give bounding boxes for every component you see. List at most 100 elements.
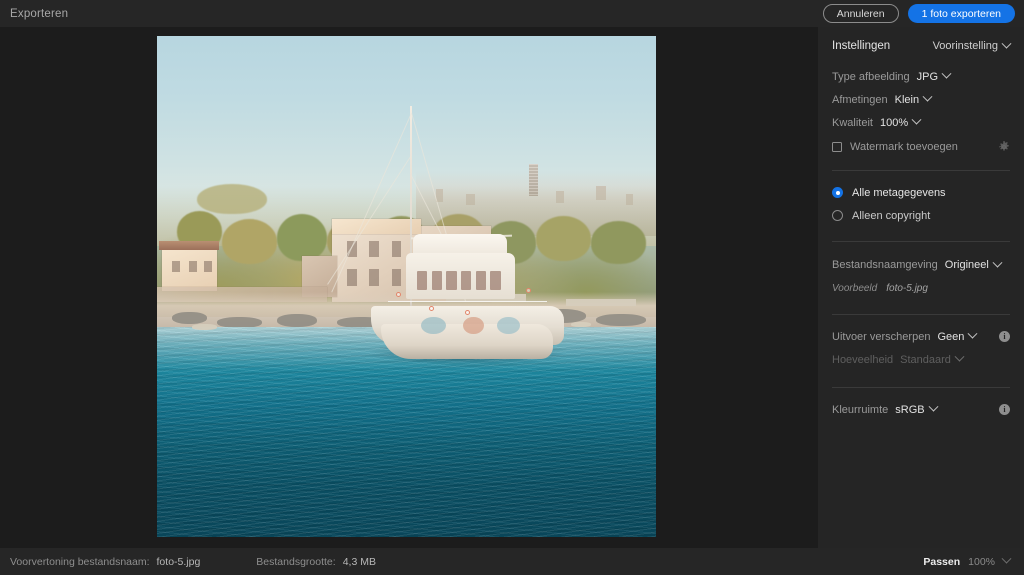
output-sharpening-control: Uitvoer verscherpen Geen: [832, 325, 978, 348]
filesize-value: 4,3 MB: [342, 555, 376, 568]
file-naming-label: Bestandsnaamgeving: [832, 259, 938, 271]
life-ring: [465, 309, 471, 315]
radio-all-metadata-icon: [832, 187, 843, 198]
settings-panel: Instellingen Voorinstelling Type afbeeld…: [818, 27, 1024, 548]
image-type-value: JPG: [916, 70, 939, 83]
output-sharpening-value: Geen: [937, 330, 965, 343]
watermark-checkbox[interactable]: [832, 142, 842, 152]
dialog-title: Exporteren: [10, 7, 69, 20]
cabin-window: [416, 270, 428, 291]
zoom-percent-value[interactable]: 100%: [968, 556, 995, 568]
colorspace-value: sRGB: [895, 403, 925, 416]
chevron-down-icon: [992, 257, 1003, 268]
divider: [832, 241, 1010, 242]
status-bar: Voorvertoning bestandsnaam: foto-5.jpg B…: [0, 548, 1024, 575]
export-dialog: Exporteren Annuleren 1 foto exporteren I…: [0, 0, 1024, 575]
life-ring: [395, 291, 401, 297]
settings-panel-header: Instellingen Voorinstelling: [832, 27, 1012, 65]
tree: [221, 218, 277, 264]
photo-preview: [157, 36, 656, 537]
filename-preview-label: Voorbeeld: [832, 282, 878, 294]
quality-label: Kwaliteit: [832, 116, 873, 129]
image-type-dropdown[interactable]: JPG: [916, 68, 952, 83]
chevron-down-icon: [954, 351, 965, 362]
chevron-down-icon: [911, 114, 922, 125]
sharpening-amount-label: Hoeveelheid: [832, 353, 894, 366]
deck-rail: [387, 300, 547, 302]
output-sharpening-dropdown[interactable]: Geen: [937, 328, 978, 343]
metadata-all-label: Alle metagegevens: [852, 186, 946, 199]
tree: [591, 221, 646, 264]
rock: [171, 311, 207, 324]
zoom-fit-button[interactable]: Passen: [923, 556, 960, 568]
filename-preview-row: Voorbeeld foto-5.jpg: [832, 278, 1010, 298]
hull-artwork: [421, 316, 447, 335]
chevron-down-icon: [941, 68, 952, 79]
gear-icon[interactable]: [998, 141, 1010, 153]
export-photo-button[interactable]: 1 foto exporteren: [907, 4, 1015, 23]
tree: [196, 183, 267, 214]
cabin-window: [431, 270, 443, 291]
sharpening-amount-row: Hoeveelheid Standaard: [832, 348, 1010, 371]
metadata-copyright-label: Alleen copyright: [852, 209, 931, 222]
watermark-row: Watermark toevoegen: [832, 134, 1010, 160]
chevron-down-icon: [928, 401, 939, 412]
file-naming-value: Origineel: [944, 259, 989, 271]
file-naming-row: Bestandsnaamgeving Origineel: [832, 252, 1010, 278]
chevron-down-icon: [1001, 38, 1012, 49]
info-icon[interactable]: i: [999, 331, 1010, 342]
preview-filename-label: Voorvertoning bestandsnaam:: [10, 555, 150, 568]
chevron-down-icon[interactable]: [1001, 553, 1012, 564]
building-roof: [159, 241, 220, 251]
cabin-window: [475, 270, 487, 291]
window: [171, 261, 180, 273]
info-icon[interactable]: i: [999, 404, 1010, 415]
window: [189, 261, 198, 273]
preset-label: Voorinstelling: [932, 40, 998, 52]
filesize-label: Bestandsgrootte:: [256, 555, 336, 568]
life-ring: [525, 288, 531, 294]
window: [346, 268, 357, 286]
quality-value: 100%: [879, 116, 909, 129]
sharpening-amount-dropdown: Standaard: [900, 351, 965, 366]
divider: [832, 314, 1010, 315]
preset-dropdown[interactable]: Voorinstelling: [932, 38, 1012, 52]
cancel-button[interactable]: Annuleren: [822, 4, 899, 23]
dimensions-label: Afmetingen: [832, 93, 888, 106]
colorspace-label: Kleurruimte: [832, 403, 889, 416]
dock: [566, 299, 637, 307]
file-naming-dropdown[interactable]: Origineel: [944, 257, 1003, 271]
metadata-option-copyright[interactable]: Alleen copyright: [832, 204, 1010, 227]
filename-preview-value: foto-5.jpg: [886, 282, 928, 294]
watermark-label: Watermark toevoegen: [850, 141, 958, 153]
top-bar-actions: Annuleren 1 foto exporteren: [822, 4, 1015, 23]
status-bar-left: Voorvertoning bestandsnaam: foto-5.jpg B…: [10, 556, 376, 568]
window: [204, 261, 213, 273]
hull-artwork: [496, 316, 520, 335]
cabin-window: [446, 270, 457, 291]
preview-canvas: [0, 27, 818, 548]
rock: [276, 314, 317, 328]
zoom-controls: Passen 100%: [923, 553, 1012, 568]
quality-dropdown[interactable]: 100%: [879, 114, 922, 129]
rock: [596, 314, 646, 327]
chevron-down-icon: [967, 328, 978, 339]
dimensions-row: Afmetingen Klein: [832, 88, 1010, 111]
cabin-window: [490, 270, 501, 291]
colorspace-row: Kleurruimte sRGB i: [832, 398, 1010, 421]
dimensions-dropdown[interactable]: Klein: [895, 91, 933, 106]
colorspace-dropdown[interactable]: sRGB: [895, 401, 939, 416]
quality-row: Kwaliteit 100%: [832, 111, 1010, 134]
tree: [276, 213, 327, 262]
colorspace-control: Kleurruimte sRGB: [832, 398, 939, 421]
image-type-row: Type afbeelding JPG: [832, 65, 1010, 88]
radio-copyright-only-icon: [832, 210, 843, 221]
preview-filename-value: foto-5.jpg: [156, 555, 201, 568]
output-sharpening-label: Uitvoer verscherpen: [832, 330, 931, 343]
hull-artwork: [462, 316, 484, 335]
top-bar: Exporteren Annuleren 1 foto exporteren: [0, 0, 1024, 27]
cabin-window: [460, 270, 472, 291]
photo-content: [157, 36, 656, 537]
divider: [832, 387, 1010, 388]
metadata-option-all[interactable]: Alle metagegevens: [832, 181, 1010, 204]
